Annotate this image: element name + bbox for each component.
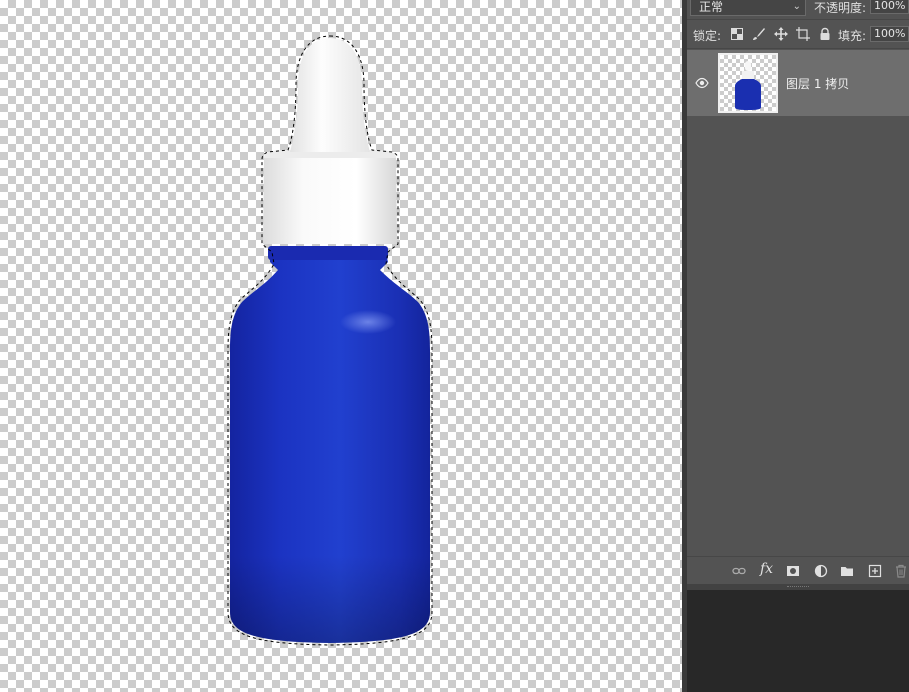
- layer-name[interactable]: 图层 1 拷贝: [786, 75, 849, 92]
- fill-label: 填充:: [838, 29, 867, 43]
- layers-panel-footer: fx: [687, 556, 909, 585]
- new-group-icon[interactable]: [840, 564, 854, 578]
- layer-thumbnail[interactable]: [718, 53, 778, 113]
- lock-all-icon[interactable]: [818, 27, 832, 41]
- lock-artboard-icon[interactable]: [796, 27, 810, 41]
- eye-icon[interactable]: [695, 77, 709, 89]
- empty-dock-area: [687, 590, 909, 692]
- opacity-field[interactable]: 100%: [870, 0, 909, 14]
- delete-layer-icon[interactable]: [894, 564, 908, 578]
- blend-mode-select[interactable]: 正常 ⌄: [690, 0, 806, 16]
- adjustment-layer-icon[interactable]: [814, 564, 828, 578]
- lock-fill-row: 锁定: 填充: 100%: [687, 24, 909, 44]
- lock-position-icon[interactable]: [774, 27, 788, 41]
- new-layer-icon[interactable]: [868, 564, 882, 578]
- lock-image-pixels-icon[interactable]: [752, 27, 766, 41]
- divider: [687, 19, 909, 20]
- grip-dots: [787, 586, 809, 588]
- fx-icon[interactable]: fx: [760, 561, 773, 577]
- divider: [687, 48, 909, 49]
- bottle-image: [227, 35, 433, 646]
- lock-transparent-pixels-icon[interactable]: [730, 27, 744, 41]
- chevron-down-icon: ⌄: [792, 1, 801, 12]
- link-layers-icon[interactable]: [732, 564, 746, 578]
- blend-mode-value: 正常: [699, 0, 724, 14]
- lock-label: 锁定:: [693, 29, 722, 43]
- fill-field[interactable]: 100%: [870, 26, 909, 42]
- opacity-label: 不透明度:: [814, 1, 867, 15]
- add-mask-icon[interactable]: [786, 564, 800, 578]
- layer-row-selected[interactable]: 图层 1 拷贝: [687, 50, 909, 116]
- document-canvas[interactable]: [0, 0, 682, 692]
- layers-panel: 正常 ⌄ 不透明度: 100% 锁定: 填充: 100% 图层 1 拷贝 fx: [687, 0, 909, 590]
- bottle-thumbnail-image: [735, 61, 761, 110]
- blend-opacity-row: 正常 ⌄ 不透明度: 100%: [687, 0, 909, 18]
- layers-list-empty-area[interactable]: [687, 116, 909, 556]
